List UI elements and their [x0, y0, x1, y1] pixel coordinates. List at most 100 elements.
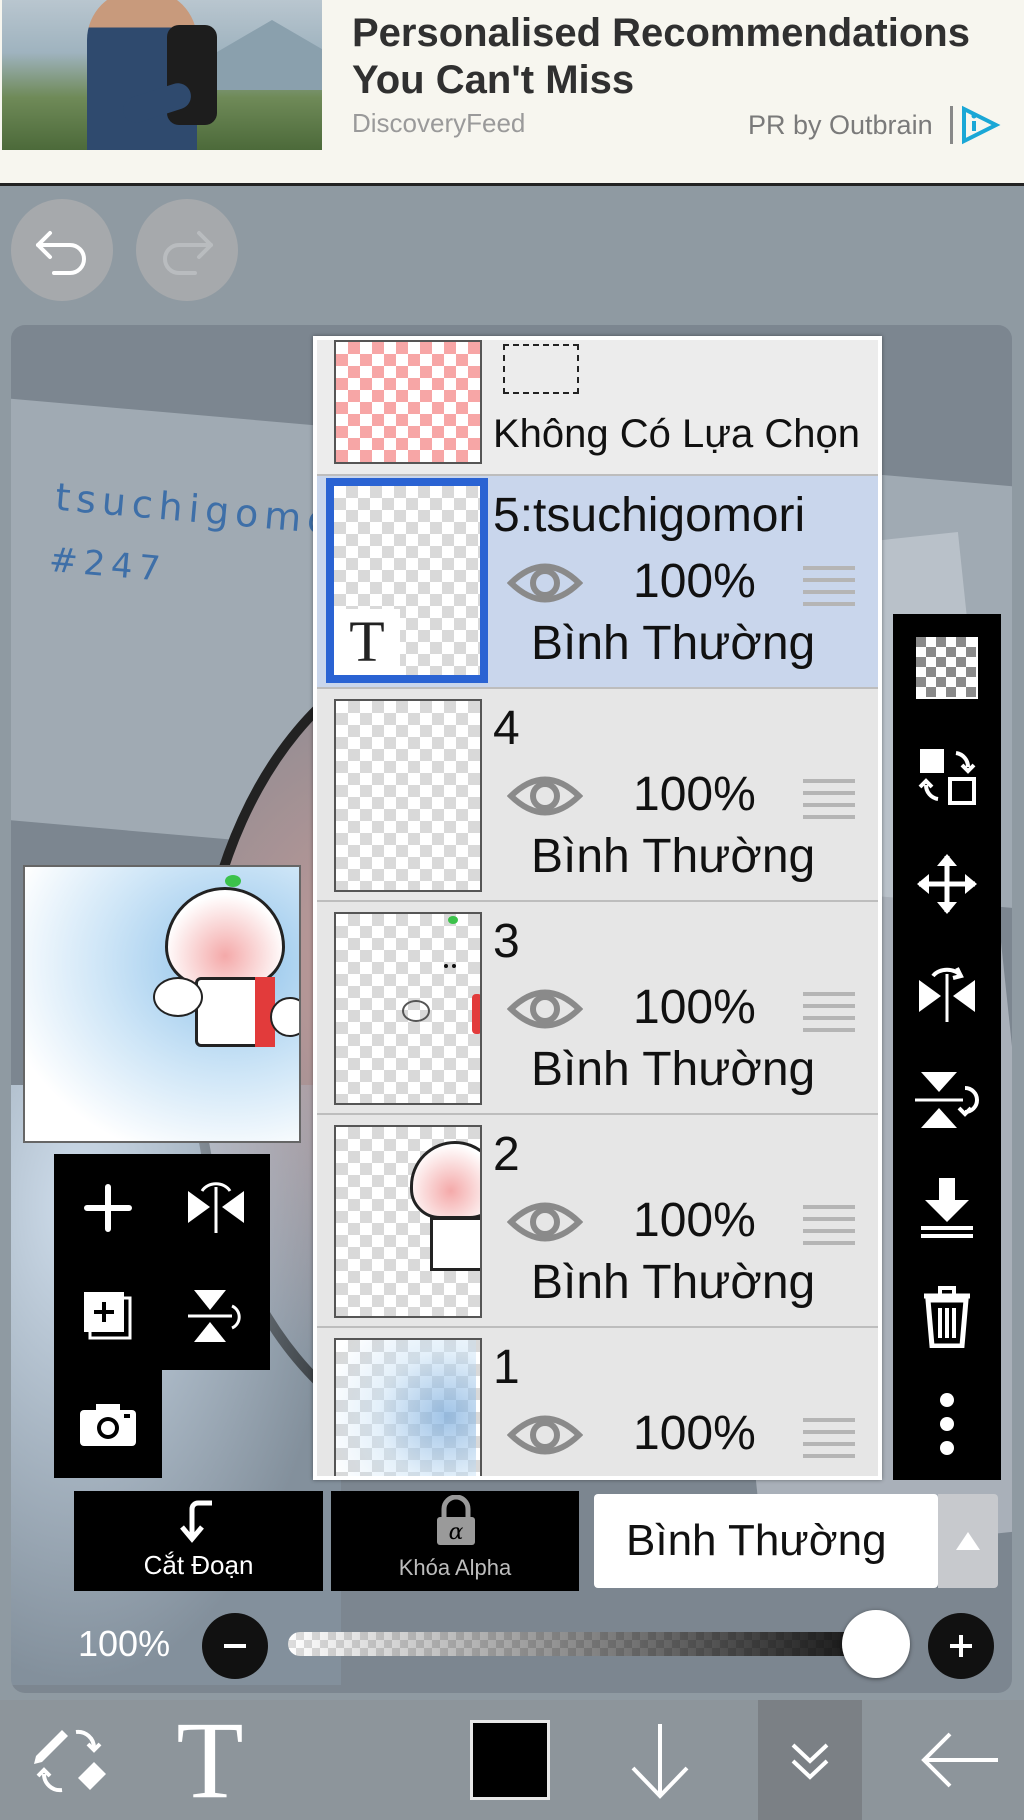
pen-eraser-toggle-button[interactable]: [10, 1700, 130, 1820]
expand-panel-button[interactable]: [758, 1700, 862, 1820]
layer-tools-panel-extra: [54, 1370, 162, 1478]
layer-blend-mode: Bình Thường: [531, 617, 816, 670]
layer-name: 5:tsuchigomori: [493, 489, 806, 542]
ad-title[interactable]: Personalised Recommendations You Can't M…: [352, 10, 1012, 104]
layer-down-button[interactable]: [610, 1700, 710, 1820]
layer-opacity: 100%: [633, 555, 756, 608]
drag-handle-icon[interactable]: [803, 992, 855, 1034]
drag-handle-icon[interactable]: [803, 1418, 855, 1460]
add-copy-layer-button[interactable]: [54, 1262, 162, 1370]
ad-image[interactable]: [2, 0, 322, 150]
drag-handle-icon[interactable]: [803, 779, 855, 821]
layer-opacity: 100%: [633, 1194, 756, 1247]
layer-row-2[interactable]: 2 100% Bình Thường: [317, 1115, 878, 1328]
layer-opacity: 100%: [633, 981, 756, 1034]
layer-panel[interactable]: Không Có Lựa Chọn T 5:tsuchigomori 100% …: [313, 336, 882, 1480]
layer-blend-mode: Bình Thường: [531, 1043, 816, 1096]
undo-button[interactable]: [11, 199, 113, 301]
move-icon: [917, 854, 977, 914]
blend-mode-select[interactable]: Bình Thường: [594, 1494, 938, 1588]
lock-icon: α: [437, 1495, 475, 1545]
layer-list[interactable]: Không Có Lựa Chọn T 5:tsuchigomori 100% …: [317, 340, 878, 1476]
selection-marquee-icon: [503, 344, 579, 394]
layer-row-5[interactable]: T 5:tsuchigomori 100% Bình Thường: [317, 476, 878, 689]
plus-icon: [950, 1635, 972, 1657]
flip-vertical-icon: [915, 1072, 979, 1128]
flip-layer-icon: [188, 1182, 244, 1233]
flip-vertical-layer-icon: [188, 1290, 241, 1342]
merge-down-button[interactable]: [893, 1154, 1001, 1262]
layer-tools-panel: [54, 1154, 270, 1370]
current-color-swatch: [470, 1720, 550, 1800]
layer-swap-icon: [918, 749, 976, 805]
camera-icon: [80, 1404, 136, 1446]
redo-icon: [163, 231, 213, 275]
camera-button[interactable]: [54, 1370, 162, 1478]
selection-label: Không Có Lựa Chọn: [493, 412, 861, 456]
visibility-eye-icon[interactable]: [507, 1408, 583, 1462]
opacity-slider-track[interactable]: [288, 1632, 888, 1656]
layer-row-1[interactable]: 1 100%: [317, 1328, 878, 1476]
flip-vertical-layer-button[interactable]: [162, 1262, 270, 1370]
minus-icon: [224, 1644, 246, 1648]
layer-opacity: 100%: [633, 1407, 756, 1460]
visibility-eye-icon[interactable]: [507, 982, 583, 1036]
flip-layer-button[interactable]: [162, 1154, 270, 1262]
opacity-slider-handle[interactable]: [842, 1610, 910, 1678]
redo-button[interactable]: [136, 199, 238, 301]
reference-preview[interactable]: [23, 865, 301, 1143]
ad-sponsor[interactable]: PR by Outbrain: [748, 110, 933, 141]
flip-vertical-button[interactable]: [893, 1046, 1001, 1154]
layer-blend-mode: Bình Thường: [531, 830, 816, 883]
drag-handle-icon[interactable]: [803, 566, 855, 608]
flip-horizontal-icon: [919, 967, 975, 1022]
delete-layer-button[interactable]: [893, 1262, 1001, 1370]
layer-name: 2: [493, 1128, 520, 1181]
text-tool-button[interactable]: T: [150, 1700, 270, 1820]
visibility-eye-icon[interactable]: [507, 1195, 583, 1249]
selection-thumbnail: [334, 340, 482, 464]
more-icon: [940, 1393, 954, 1455]
layer-row-3[interactable]: 3 100% Bình Thường: [317, 902, 878, 1115]
selection-layer-row[interactable]: Không Có Lựa Chọn: [317, 340, 878, 476]
layer-swap-button[interactable]: [893, 722, 1001, 830]
transparency-icon: [916, 637, 978, 699]
ad-source: DiscoveryFeed: [352, 108, 526, 138]
layer-row-4[interactable]: 4 100% Bình Thường: [317, 689, 878, 902]
bottom-toolbar: T: [0, 1700, 1024, 1820]
clipping-button[interactable]: Cắt Đoạn: [74, 1491, 323, 1591]
trash-icon: [924, 1286, 970, 1348]
clipping-label: Cắt Đoạn: [143, 1550, 254, 1580]
flip-horizontal-button[interactable]: [893, 938, 1001, 1046]
blend-mode-dropdown-button[interactable]: [938, 1494, 998, 1588]
more-options-button[interactable]: [893, 1370, 1001, 1478]
opacity-decrease-button[interactable]: [202, 1613, 268, 1679]
pen-eraser-icon: [34, 1729, 106, 1793]
layer-thumbnail: [334, 699, 482, 892]
layer-name: 3: [493, 915, 520, 968]
ad-separator: [950, 106, 953, 144]
arrow-left-icon: [921, 1732, 998, 1788]
visibility-eye-icon[interactable]: [507, 556, 583, 610]
ad-choices-icon[interactable]: [958, 105, 1002, 145]
back-button[interactable]: [900, 1700, 1020, 1820]
transparency-button[interactable]: [893, 614, 1001, 722]
add-layer-button[interactable]: [54, 1154, 162, 1262]
double-chevron-down-icon: [791, 1743, 829, 1780]
svg-text:α: α: [449, 1520, 464, 1545]
layer-thumbnail: T: [326, 478, 488, 683]
visibility-eye-icon[interactable]: [507, 769, 583, 823]
alpha-lock-button[interactable]: α Khóa Alpha: [331, 1491, 579, 1591]
arrow-down-icon: [631, 1724, 689, 1799]
drag-handle-icon[interactable]: [803, 1205, 855, 1247]
add-copy-layer-icon: [84, 1292, 132, 1340]
color-swatch-button[interactable]: [460, 1700, 560, 1820]
ad-banner[interactable]: Personalised Recommendations You Can't M…: [0, 0, 1024, 186]
triangle-up-icon: [956, 1532, 980, 1550]
layer-name: 1: [493, 1341, 520, 1394]
move-button[interactable]: [893, 830, 1001, 938]
opacity-value-label: 100%: [78, 1623, 171, 1664]
layer-thumbnail: [334, 1125, 482, 1318]
opacity-increase-button[interactable]: [928, 1613, 994, 1679]
blend-mode-value: Bình Thường: [626, 1516, 887, 1565]
